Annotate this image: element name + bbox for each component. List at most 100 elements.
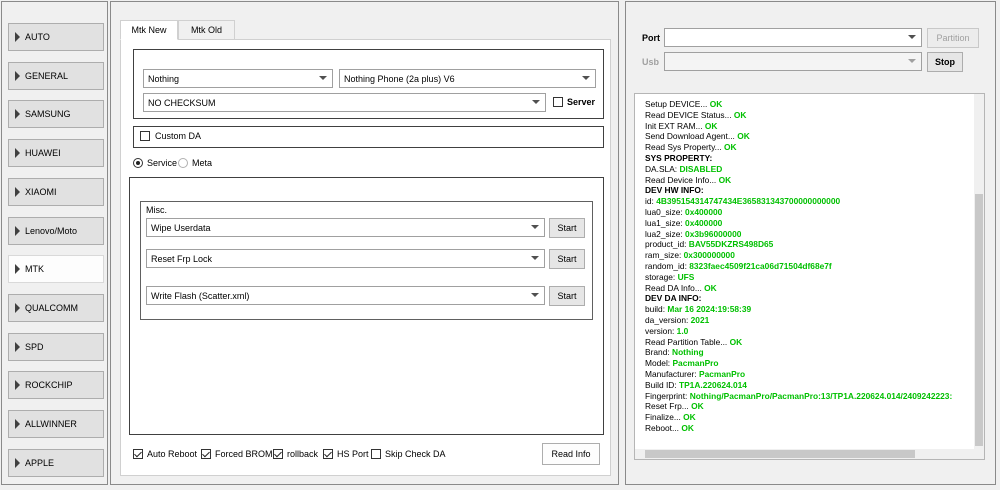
log-line: Read Sys Property... OK	[645, 142, 980, 153]
log-line-text: Read Device Info...	[645, 174, 719, 185]
skip-check-da-checkbox[interactable]	[371, 449, 381, 459]
nav-item-general[interactable]: GENERAL	[8, 62, 104, 90]
custom-da-checkbox[interactable]	[140, 131, 150, 141]
log-line-value: PacmanPro	[672, 358, 719, 369]
chevron-down-icon	[531, 256, 539, 260]
port-select[interactable]	[664, 28, 922, 47]
log-line: Send Download Agent... OK	[645, 131, 980, 142]
misc-select-flash[interactable]: Write Flash (Scatter.xml)	[146, 286, 545, 305]
start-button-wipe[interactable]: Start	[549, 218, 585, 238]
log-line: id: 4B395154314747434E365831343700000000…	[645, 196, 980, 207]
scrollbar-thumb[interactable]	[645, 450, 915, 458]
log-line-value: BAV55DKZRS498D65	[688, 239, 774, 250]
vertical-scrollbar[interactable]	[974, 94, 984, 459]
scrollbar-thumb[interactable]	[975, 194, 983, 446]
nav-item-rockchip[interactable]: ROCKCHIP	[8, 371, 104, 399]
tab-mtk-new[interactable]: Mtk New	[120, 20, 178, 40]
start-button-frp[interactable]: Start	[549, 249, 585, 269]
log-line-text: Manufacturer:	[645, 368, 699, 379]
nav-item-lenovo-moto[interactable]: Lenovo/Moto	[8, 217, 104, 245]
log-line-text: lua0_size:	[645, 206, 686, 217]
log-output[interactable]: Setup DEVICE... OK Read DEVICE Status... …	[634, 93, 985, 460]
read-info-button[interactable]: Read Info	[542, 443, 600, 465]
log-line-text: Reset Frp...	[645, 401, 692, 412]
nav-item-qualcomm[interactable]: QUALCOMM	[8, 294, 104, 322]
log-line-value: Mar 16 2024:19:58:39	[667, 304, 752, 315]
log-line-value: 1.0	[676, 325, 689, 336]
nav-item-label: HUAWEI	[25, 148, 61, 158]
nav-item-xiaomi[interactable]: XIAOMI	[8, 178, 104, 206]
nav-item-label: ROCKCHIP	[25, 380, 73, 390]
auto-reboot-checkbox[interactable]	[133, 449, 143, 459]
misc-select-value: Write Flash (Scatter.xml)	[151, 290, 250, 301]
caret-right-icon	[15, 264, 20, 274]
log-line-text: Reboot...	[645, 422, 682, 433]
nav-item-spd[interactable]: SPD	[8, 333, 104, 361]
nav-item-allwinner[interactable]: ALLWINNER	[8, 410, 104, 438]
log-line-text: lua2_size:	[645, 228, 686, 239]
custom-da-group	[133, 126, 604, 148]
nav-item-apple[interactable]: APPLE	[8, 449, 104, 477]
chevron-down-icon	[582, 76, 590, 80]
log-line-text: Read DA Info...	[645, 282, 705, 293]
log-line-value: 0x400000	[685, 217, 723, 228]
log-line: lua0_size: 0x400000	[645, 207, 980, 218]
log-line-text: Read Partition Table...	[645, 336, 730, 347]
nav-item-label: ALLWINNER	[25, 419, 77, 429]
log-line: Build ID: TP1A.220624.014	[645, 380, 980, 391]
log-line-value: TP1A.220624.014	[678, 379, 747, 390]
log-line-text: version:	[645, 325, 677, 336]
nav-item-mtk[interactable]: MTK	[8, 255, 104, 283]
model-select[interactable]: Nothing Phone (2a plus) V6	[339, 69, 596, 88]
start-button-flash[interactable]: Start	[549, 286, 585, 306]
meta-radio[interactable]	[178, 158, 188, 168]
chevron-down-icon	[908, 59, 916, 63]
misc-select-value: Reset Frp Lock	[151, 253, 213, 264]
caret-right-icon	[15, 458, 20, 468]
log-line: Reboot... OK	[645, 423, 980, 434]
checksum-select[interactable]: NO CHECKSUM	[143, 93, 546, 112]
log-line: build: Mar 16 2024:19:58:39	[645, 304, 980, 315]
forced-brom-checkbox[interactable]	[201, 449, 211, 459]
log-line-text: Setup DEVICE...	[645, 99, 710, 109]
log-line: Brand: Nothing	[645, 347, 980, 358]
hs-port-checkbox[interactable]	[323, 449, 333, 459]
log-line-value: 2021	[690, 314, 710, 325]
nav-item-label: APPLE	[25, 458, 55, 468]
log-line-text: Read Sys Property...	[645, 142, 724, 153]
log-line: Fingerprint: Nothing/PacmanPro/PacmanPro…	[645, 391, 980, 402]
log-line: DEV DA INFO:	[645, 293, 980, 304]
brand-select[interactable]: Nothing	[143, 69, 333, 88]
partition-button[interactable]: Partition	[927, 28, 979, 48]
log-line: Reset Frp... OK	[645, 401, 980, 412]
log-line-text: Model:	[645, 358, 673, 369]
nav-item-huawei[interactable]: HUAWEI	[8, 139, 104, 167]
rollback-label: rollback	[287, 449, 319, 459]
log-line: DEV HW INFO:	[645, 185, 980, 196]
service-radio[interactable]	[133, 158, 143, 168]
log-line-value: Nothing	[672, 347, 704, 358]
log-line: ram_size: 0x300000000	[645, 250, 980, 261]
log-line-value: OK	[718, 174, 732, 185]
log-line: version: 1.0	[645, 326, 980, 337]
tab-mtk-old[interactable]: Mtk Old	[178, 20, 235, 40]
misc-select-frp[interactable]: Reset Frp Lock	[146, 249, 545, 268]
nav-item-samsung[interactable]: SAMSUNG	[8, 100, 104, 128]
misc-select-wipe[interactable]: Wipe Userdata	[146, 218, 545, 237]
nav-item-label: AUTO	[25, 32, 50, 42]
nav-item-label: MTK	[25, 264, 44, 274]
nav-item-auto[interactable]: AUTO	[8, 23, 104, 51]
usb-select[interactable]	[664, 52, 922, 71]
chevron-down-icon	[531, 225, 539, 229]
horizontal-scrollbar[interactable]	[635, 449, 984, 459]
log-line-value: OK	[691, 401, 704, 412]
log-line-text: Fingerprint:	[645, 390, 690, 401]
log-line-text: Build ID:	[645, 379, 679, 390]
log-line-text: ram_size:	[645, 250, 684, 261]
server-checkbox[interactable]	[553, 97, 563, 107]
log-line-text: id:	[645, 196, 657, 207]
log-line-value: OK	[704, 120, 718, 131]
stop-button[interactable]: Stop	[927, 52, 963, 72]
log-line: product_id: BAV55DKZRS498D65	[645, 239, 980, 250]
rollback-checkbox[interactable]	[273, 449, 283, 459]
